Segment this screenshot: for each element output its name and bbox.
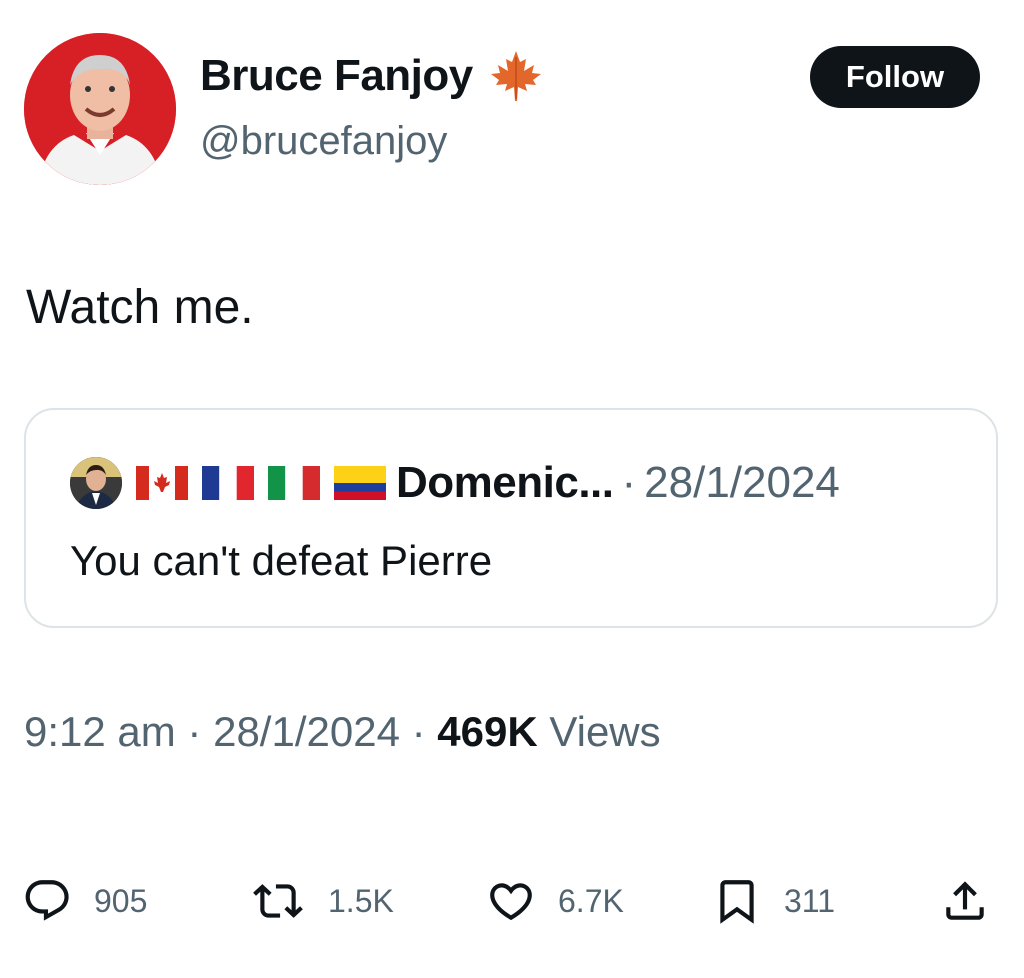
like-button[interactable]: 6.7K	[486, 866, 624, 936]
quoted-author-avatar[interactable]	[70, 457, 122, 509]
share-button[interactable]	[940, 866, 990, 936]
canada-flag-icon	[136, 466, 188, 500]
repost-icon	[253, 884, 303, 918]
repost-button[interactable]: 1.5K	[250, 866, 394, 936]
colombia-flag-icon	[334, 466, 386, 500]
quoted-tweet-date[interactable]: 28/1/2024	[644, 458, 840, 508]
repost-count: 1.5K	[328, 882, 394, 919]
share-icon	[946, 881, 984, 920]
reply-button[interactable]: 905	[22, 866, 147, 936]
maple-leaf-icon	[490, 51, 541, 101]
tweet-text: Watch me.	[26, 281, 254, 334]
tweet-time[interactable]: 9:12 am	[24, 708, 176, 755]
quoted-tweet-card[interactable]: Domenic... · 28/1/2024 You can't defeat …	[24, 408, 998, 628]
views-label: Views	[537, 708, 661, 755]
bookmark-icon	[720, 880, 754, 924]
meta-separator: ·	[399, 708, 438, 755]
views-count: 469K	[437, 708, 538, 755]
bookmark-button[interactable]: 311	[712, 866, 835, 936]
like-count: 6.7K	[558, 882, 624, 919]
reply-count: 905	[94, 882, 148, 919]
italy-flag-icon	[268, 466, 320, 500]
quoted-tweet-header: Domenic... · 28/1/2024	[70, 455, 840, 511]
follow-button[interactable]: Follow	[810, 46, 980, 108]
france-flag-icon	[202, 466, 254, 500]
bookmark-count: 311	[784, 882, 836, 919]
quoted-separator: ·	[621, 458, 637, 507]
action-bar: 905 1.5K 6.7K 311	[0, 866, 1024, 936]
heart-icon	[490, 883, 532, 921]
author-name-row: Bruce Fanjoy	[200, 48, 543, 104]
tweet-date[interactable]: 28/1/2024	[213, 708, 400, 755]
tweet-meta: 9:12 am · 28/1/2024 · 469K Views	[24, 704, 661, 760]
quoted-author-name[interactable]: Domenic...	[396, 458, 614, 508]
quoted-tweet-text: You can't defeat Pierre	[70, 537, 493, 584]
author-avatar[interactable]	[24, 33, 176, 185]
author-display-name[interactable]: Bruce Fanjoy	[200, 48, 473, 104]
meta-separator: ·	[175, 708, 214, 755]
reply-icon	[25, 880, 69, 921]
author-handle[interactable]: @brucefanjoy	[200, 115, 447, 167]
